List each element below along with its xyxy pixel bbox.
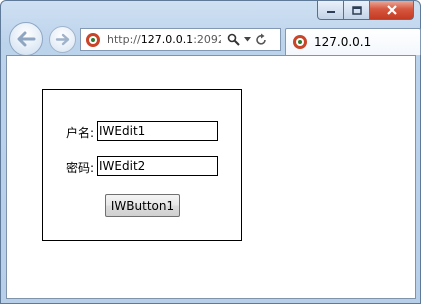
- login-form: 户名: 密码: IWButton1: [42, 89, 242, 241]
- close-icon: [386, 5, 397, 15]
- forward-arrow-icon: [55, 33, 69, 46]
- window-controls: [317, 1, 414, 20]
- refresh-button[interactable]: [255, 33, 267, 46]
- minimize-button[interactable]: [317, 1, 344, 20]
- site-favicon-icon: [86, 32, 100, 47]
- maximize-button[interactable]: [344, 1, 370, 20]
- minimize-icon: [326, 11, 335, 13]
- close-button[interactable]: [370, 1, 414, 20]
- maximize-icon: [351, 5, 362, 15]
- address-dropdown-button[interactable]: [244, 37, 251, 42]
- page-content: 户名: 密码: IWButton1: [6, 55, 416, 299]
- back-button[interactable]: [9, 22, 43, 56]
- browser-window: http://127.0.0.1:2092/ 127.0.0.1 户名: 密码:…: [0, 0, 421, 304]
- forward-button[interactable]: [49, 26, 76, 53]
- address-bar[interactable]: http://127.0.0.1:2092/: [80, 28, 281, 51]
- password-label: 密码:: [66, 161, 95, 175]
- chevron-down-icon: [244, 37, 251, 42]
- tab-active[interactable]: 127.0.0.1: [285, 28, 421, 55]
- search-button[interactable]: [227, 33, 240, 46]
- url-text[interactable]: http://127.0.0.1:2092/: [107, 33, 221, 46]
- submit-button[interactable]: IWButton1: [105, 194, 180, 217]
- username-input[interactable]: [97, 121, 218, 141]
- username-label: 户名:: [66, 126, 95, 140]
- search-icon: [227, 33, 240, 46]
- back-arrow-icon: [17, 31, 36, 47]
- tab-favicon-icon: [293, 35, 307, 49]
- refresh-icon: [256, 33, 266, 45]
- tab-title: 127.0.0.1: [314, 35, 372, 49]
- password-input[interactable]: [97, 156, 218, 176]
